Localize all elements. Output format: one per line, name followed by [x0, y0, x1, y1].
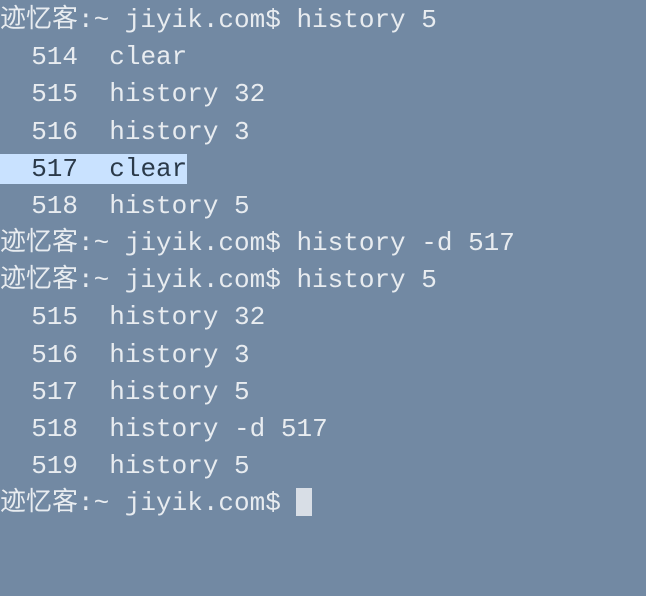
- history-number: 515: [0, 302, 78, 332]
- prompt-line: 迹忆客:~ jiyik.com$ history -d 517: [0, 225, 646, 262]
- history-command: history 5: [109, 377, 249, 407]
- terminal-output[interactable]: 迹忆客:~ jiyik.com$ history 5 514 clear 515…: [0, 2, 646, 522]
- cursor: [296, 488, 312, 517]
- history-number: 515: [0, 79, 78, 109]
- shell-prompt: 迹忆客:~ jiyik.com$: [0, 228, 296, 258]
- history-entry: 518 history 5: [0, 188, 646, 225]
- history-number: 514: [0, 42, 78, 72]
- history-entry: 516 history 3: [0, 114, 646, 151]
- history-entry: 517 history 5: [0, 374, 646, 411]
- shell-prompt: 迹忆客:~ jiyik.com$: [0, 265, 296, 295]
- history-entry: 514 clear: [0, 39, 646, 76]
- prompt-line: 迹忆客:~ jiyik.com$ history 5: [0, 262, 646, 299]
- history-command: clear: [109, 154, 187, 184]
- history-command: history 5: [109, 191, 249, 221]
- history-command: clear: [109, 42, 187, 72]
- history-entry: 515 history 32: [0, 76, 646, 113]
- command-text: history 5: [296, 5, 436, 35]
- command-text: history 5: [296, 265, 436, 295]
- history-command: history 3: [109, 340, 249, 370]
- history-number: 516: [0, 117, 78, 147]
- history-command: history 5: [109, 451, 249, 481]
- history-number: 518: [0, 414, 78, 444]
- history-number: 518: [0, 191, 78, 221]
- history-number: 517: [0, 154, 78, 184]
- history-entry: 515 history 32: [0, 299, 646, 336]
- history-entry: 516 history 3: [0, 337, 646, 374]
- history-entry: 517 clear: [0, 151, 646, 188]
- prompt-line: 迹忆客:~ jiyik.com$ history 5: [0, 2, 646, 39]
- history-command: history 32: [109, 79, 265, 109]
- history-number: 519: [0, 451, 78, 481]
- shell-prompt: 迹忆客:~ jiyik.com$: [0, 5, 296, 35]
- history-command: history 3: [109, 117, 249, 147]
- history-command: history -d 517: [109, 414, 327, 444]
- prompt-line: 迹忆客:~ jiyik.com$: [0, 485, 646, 522]
- history-entry: 519 history 5: [0, 448, 646, 485]
- command-text: history -d 517: [296, 228, 514, 258]
- history-command: history 32: [109, 302, 265, 332]
- shell-prompt: 迹忆客:~ jiyik.com$: [0, 488, 296, 518]
- history-number: 517: [0, 377, 78, 407]
- history-entry: 518 history -d 517: [0, 411, 646, 448]
- history-number: 516: [0, 340, 78, 370]
